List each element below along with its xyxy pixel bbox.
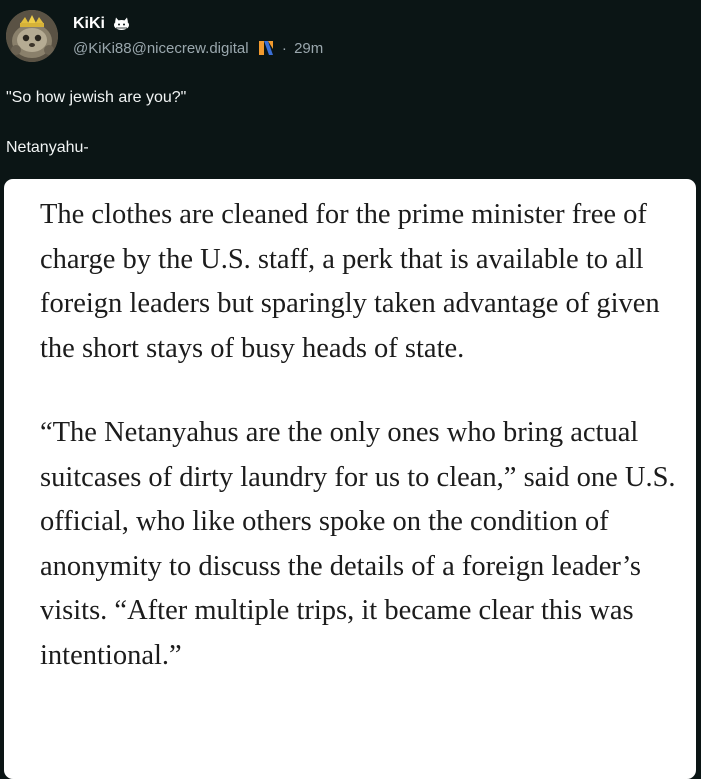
cat-emoji-icon	[114, 17, 130, 31]
article-paragraph: “The Netanyahus are the only ones who br…	[40, 417, 676, 671]
status-post: KiKi @KiKi88@nicecrew.digital · 29m "So …	[0, 0, 701, 779]
avatar-image	[6, 10, 58, 62]
screenshot-article-text: The clothes are cleaned for the prime mi…	[40, 193, 680, 718]
article-paragraph: The clothes are cleaned for the prime mi…	[40, 199, 660, 364]
display-name[interactable]: KiKi	[73, 15, 130, 33]
post-header: KiKi @KiKi88@nicecrew.digital · 29m	[6, 10, 696, 66]
media-attachment[interactable]: The clothes are cleaned for the prime mi…	[4, 179, 696, 779]
display-name-text: KiKi	[73, 15, 105, 32]
meta-separator: ·	[281, 40, 287, 57]
post-content: "So how jewish are you?" Netanyahu-	[6, 88, 186, 188]
post-meta: @KiKi88@nicecrew.digital · 29m	[73, 39, 323, 57]
avatar[interactable]	[6, 10, 58, 62]
post-timestamp[interactable]: 29m	[294, 40, 323, 57]
post-text-line: Netanyahu-	[6, 139, 89, 156]
post-text-line: "So how jewish are you?"	[6, 89, 187, 106]
instance-logo-icon	[258, 41, 273, 55]
account-handle[interactable]: @KiKi88@nicecrew.digital	[73, 40, 249, 57]
